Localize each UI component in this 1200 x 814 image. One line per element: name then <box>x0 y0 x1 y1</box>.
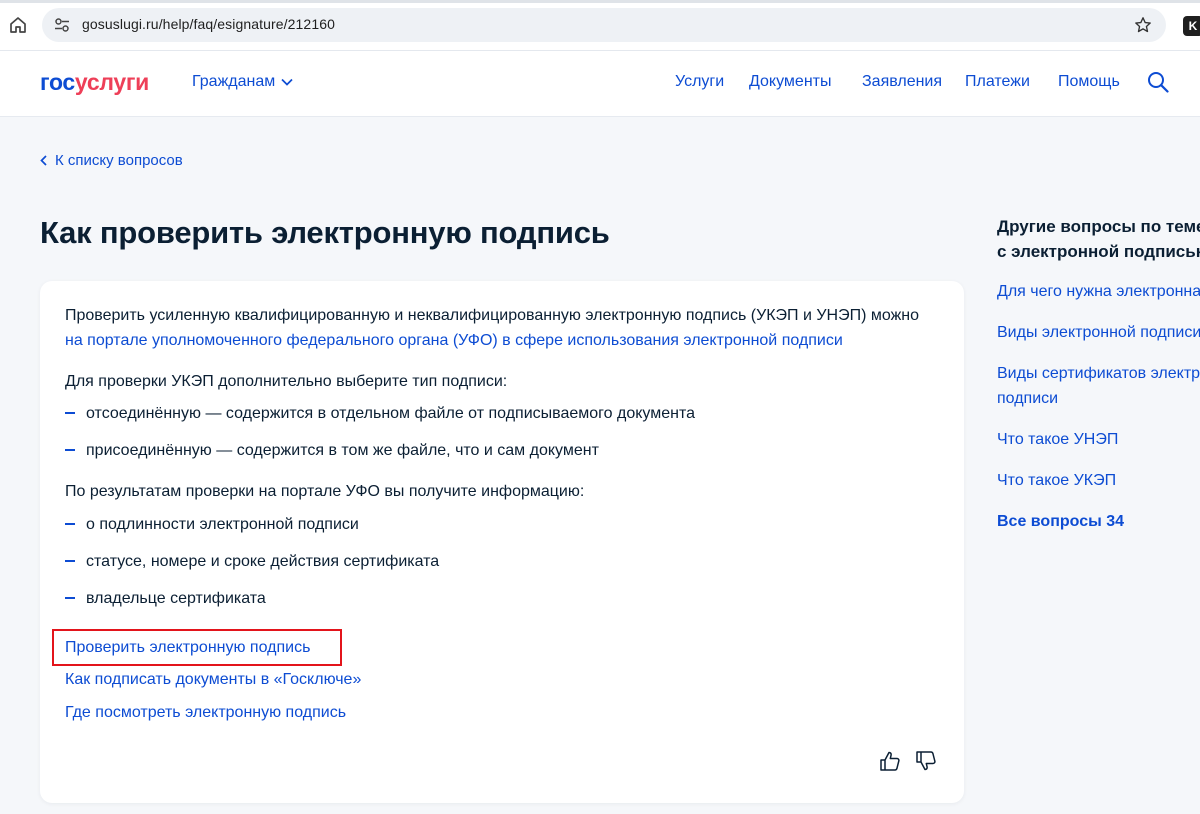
related-title-line-2: с электронной подписью <box>997 242 1200 261</box>
related-link-certificate-types[interactable]: Виды сертификатов электронной <box>997 361 1200 386</box>
related-link-purpose[interactable]: Для чего нужна электронная подпись <box>997 279 1200 304</box>
dash-bullet <box>65 411 75 414</box>
bookmark-star-icon[interactable] <box>1134 16 1152 34</box>
related-questions-title: Другие вопросы по теме с электронной под… <box>997 214 1200 264</box>
logo-part-gos: гос <box>40 69 75 95</box>
related-link-certificate-types-line-2[interactable]: подписи <box>997 386 1200 411</box>
all-questions-link[interactable]: Все вопросы 34 <box>997 509 1200 534</box>
chevron-down-icon <box>281 78 293 86</box>
check-signature-link[interactable]: Проверить электронную подпись <box>65 637 310 659</box>
logo-part-uslugi: услуги <box>74 69 149 95</box>
related-link-ukep[interactable]: Что такое УКЭП <box>997 468 1200 493</box>
list-item: владельце сертификата <box>65 588 266 610</box>
gosuslugi-logo[interactable]: госуслуги <box>40 69 149 96</box>
ufo-portal-link[interactable]: на портале уполномоченного федерального … <box>65 330 843 352</box>
dash-bullet <box>65 522 75 525</box>
nav-services[interactable]: Услуги <box>675 73 724 91</box>
site-settings-icon[interactable] <box>54 17 70 33</box>
audience-dropdown-label: Гражданам <box>192 73 276 90</box>
article-card: Проверить усиленную квалифицированную и … <box>40 281 964 803</box>
dash-bullet <box>65 559 75 562</box>
back-to-questions-link[interactable]: К списку вопросов <box>40 152 183 169</box>
audience-dropdown[interactable]: Гражданам <box>192 73 293 91</box>
list-item-text: о подлинности электронной подписи <box>86 516 359 533</box>
chevron-left-icon <box>40 154 47 166</box>
list-item-text: статусе, номере и сроке действия сертифи… <box>86 553 440 570</box>
nav-applications[interactable]: Заявления <box>862 73 942 91</box>
extension-icon[interactable]: K <box>1183 16 1200 36</box>
dash-bullet <box>65 448 75 451</box>
related-link-unep[interactable]: Что такое УНЭП <box>997 427 1200 452</box>
list-item: отсоединённую — содержится в отдельном ф… <box>65 403 695 425</box>
ukep-intro: Для проверки УКЭП дополнительно выберите… <box>65 373 508 390</box>
url-text[interactable]: gosuslugi.ru/help/faq/esignature/212160 <box>82 16 335 32</box>
search-icon[interactable] <box>1147 71 1169 93</box>
view-signature-link[interactable]: Где посмотреть электронную подпись <box>65 702 346 724</box>
nav-help[interactable]: Помощь <box>1058 73 1120 91</box>
nav-payments[interactable]: Платежи <box>965 73 1030 91</box>
address-bar[interactable]: gosuslugi.ru/help/faq/esignature/212160 <box>42 8 1166 42</box>
list-item: присоединённую — содержится в том же фай… <box>65 440 599 462</box>
list-item-text: отсоединённую — содержится в отдельном ф… <box>86 405 695 422</box>
list-item: статусе, номере и сроке действия сертифи… <box>65 551 439 573</box>
site-header: госуслуги Гражданам Услуги Документы Зая… <box>0 51 1200 117</box>
article-intro: Проверить усиленную квалифицированную и … <box>65 307 920 324</box>
dash-bullet <box>65 596 75 599</box>
gosklyuch-sign-link[interactable]: Как подписать документы в «Госключе» <box>65 669 361 691</box>
thumbs-up-icon[interactable] <box>879 750 901 772</box>
nav-documents[interactable]: Документы <box>749 73 831 91</box>
browser-toolbar: gosuslugi.ru/help/faq/esignature/212160 … <box>0 0 1200 51</box>
related-title-line-1: Другие вопросы по теме <box>997 217 1200 236</box>
list-item-text: присоединённую — содержится в том же фай… <box>86 442 599 459</box>
home-icon[interactable] <box>8 15 28 35</box>
tab-strip <box>0 0 1200 3</box>
thumbs-down-icon[interactable] <box>915 750 937 772</box>
related-link-signature-types[interactable]: Виды электронной подписи <box>997 320 1200 345</box>
page-title: Как проверить электронную подпись <box>40 215 610 250</box>
back-link-label: К списку вопросов <box>55 152 183 169</box>
list-item-text: владельце сертификата <box>86 590 266 607</box>
list-item: о подлинности электронной подписи <box>65 514 359 536</box>
results-intro: По результатам проверки на портале УФО в… <box>65 483 585 500</box>
